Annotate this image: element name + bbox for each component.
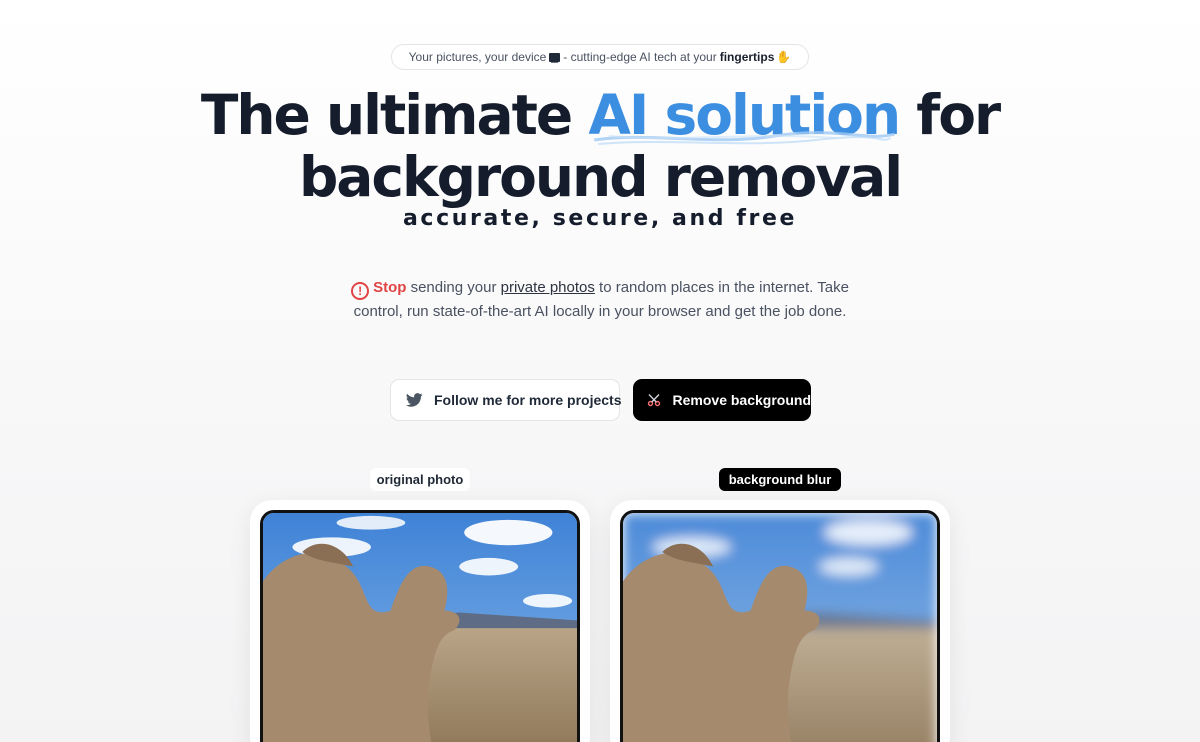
original-photo-card [250, 500, 590, 742]
background-blur-card [610, 500, 950, 742]
badge-bold-word: fingertips [719, 50, 775, 64]
hero-line1-end: for [899, 83, 1001, 147]
blurred-photo [620, 510, 940, 742]
scissors-icon [646, 393, 662, 407]
original-photo [260, 510, 580, 742]
remove-button-label: Remove background [672, 392, 811, 408]
hero-title: The ultimate AI solution for background … [0, 84, 1200, 208]
description: ! Stop sending your private photos to ran… [350, 276, 850, 324]
badge-text-end: - cutting-edge AI tech at your [563, 50, 717, 64]
follow-twitter-button[interactable]: Follow me for more projects [390, 379, 622, 421]
hero-accent: AI solution [588, 84, 901, 146]
desc-text-1: sending your [406, 279, 501, 296]
original-photo-label: original photo [370, 468, 470, 491]
twitter-icon [406, 393, 423, 407]
follow-button-label: Follow me for more projects [434, 392, 622, 408]
private-photos-link[interactable]: private photos [501, 279, 595, 296]
brush-underline [594, 131, 896, 145]
hero-badge: Your pictures, your device - cutting-edg… [391, 44, 809, 70]
stop-word: Stop [373, 279, 407, 296]
badge-text-start: Your pictures, your device [408, 50, 547, 64]
waving-hand-icon: ✋ [776, 50, 792, 64]
hero-line1-start: The ultimate [200, 83, 589, 147]
laptop-icon [549, 52, 561, 62]
hero-line2: background removal [298, 145, 903, 209]
hero-subline: accurate, secure, and free [402, 206, 798, 231]
exclamation-circle-icon: ! [351, 282, 370, 300]
remove-background-button[interactable]: Remove background [633, 379, 811, 421]
background-blur-label: background blur [719, 468, 841, 491]
